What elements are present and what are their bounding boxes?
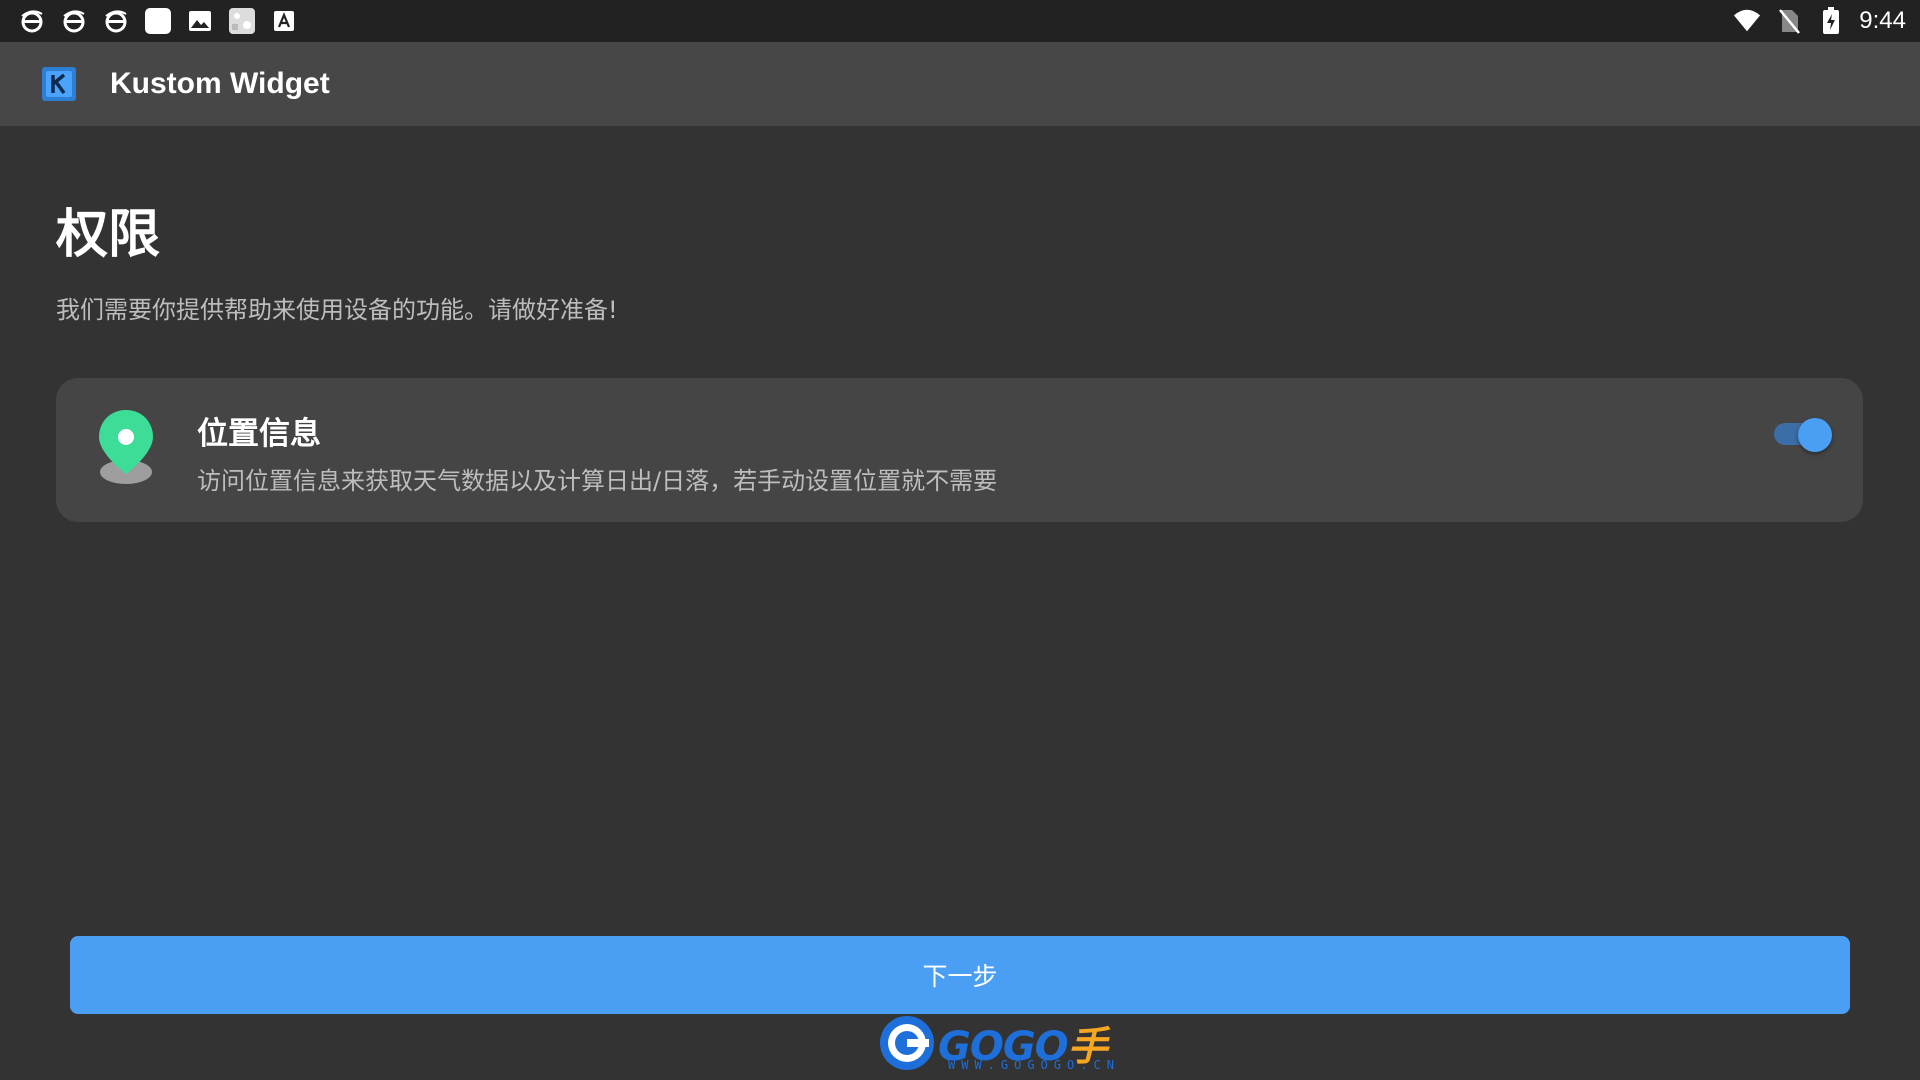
watermark-url: WWW.GOGOGO.CN [948,1058,1120,1072]
app-bar: Kustom Widget [0,42,1920,126]
status-time: 9:44 [1859,7,1906,34]
wifi-icon [1733,7,1761,35]
ie-browser-icon [18,7,46,35]
status-bar: 9:44 [0,0,1920,42]
status-bar-system: 9:44 [1733,7,1906,35]
kustom-logo-icon [42,67,76,101]
image-icon [186,7,214,35]
gogo-logo-icon [878,1014,936,1072]
location-pin-icon [96,408,156,488]
no-sim-icon [1775,7,1803,35]
permission-title: 位置信息 [197,416,321,452]
permission-card-location[interactable]: 位置信息 访问位置信息来获取天气数据以及计算日出/日落，若手动设置位置就不需要 [56,378,1863,522]
ie-browser-icon [102,7,130,35]
page-subtitle: 我们需要你提供帮助来使用设备的功能。请做好准备! [56,296,618,324]
gogo-watermark: GOGO手游网 WWW.GOGOGO.CN [878,1014,1128,1074]
battery-charging-icon [1817,7,1845,35]
permission-description: 访问位置信息来获取天气数据以及计算日出/日落，若手动设置位置就不需要 [197,467,998,495]
ie-browser-icon [60,7,88,35]
toggle-thumb[interactable] [1798,418,1832,452]
page-title: 权限 [56,205,161,265]
gallery-icon [228,7,256,35]
font-a-icon [270,7,298,35]
next-button[interactable]: 下一步 [70,936,1850,1014]
location-permission-toggle[interactable] [1770,413,1832,453]
white-square-icon [144,7,172,35]
app-screen: 9:44 Kustom Widget 权限 我们需要你提供帮助来使用设备的功能。… [0,0,1920,1080]
status-bar-notifications [18,7,298,35]
app-title: Kustom Widget [110,67,330,100]
